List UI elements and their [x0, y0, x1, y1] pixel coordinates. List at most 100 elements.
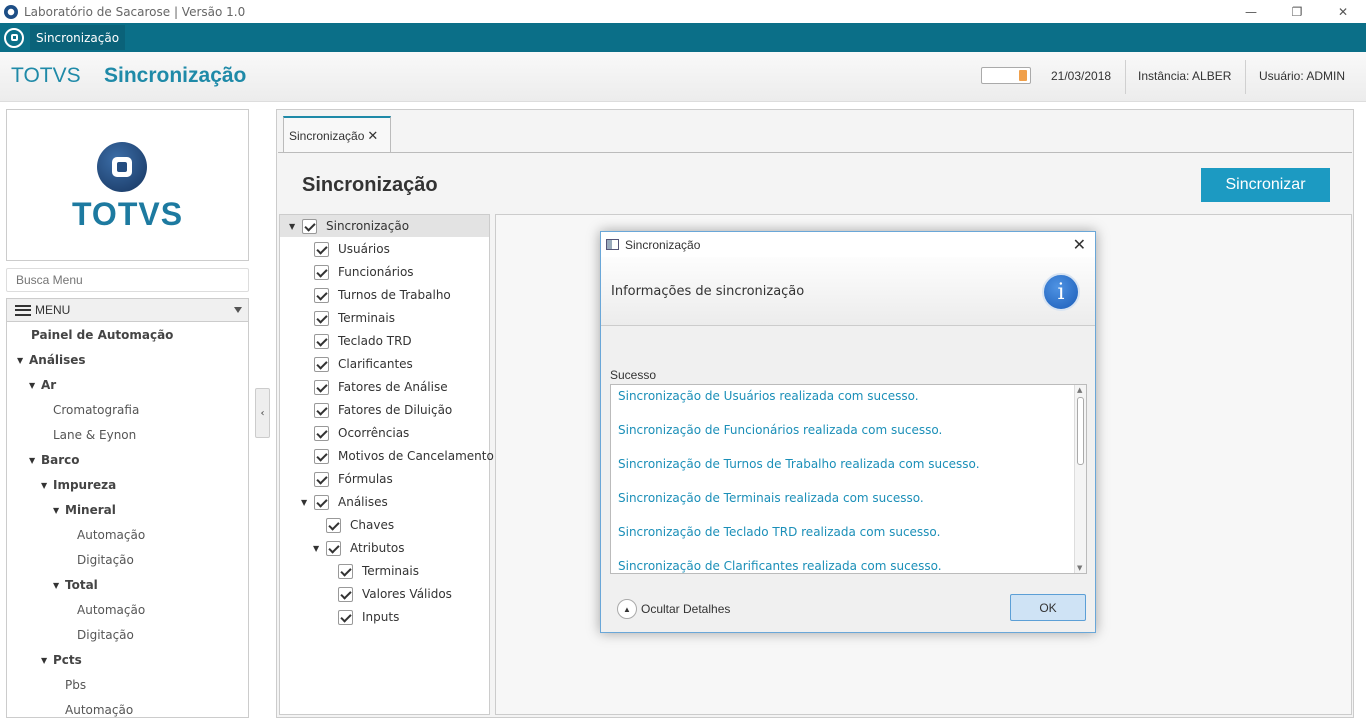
sidebar-item[interactable]: ▼ Ar — [29, 375, 56, 395]
tree-item[interactable]: Fatores de Análise — [314, 378, 448, 396]
ok-button[interactable]: OK — [1010, 594, 1086, 621]
sidebar-item-label: Painel de Automação — [31, 328, 174, 342]
close-tab-icon[interactable]: ✕ — [367, 128, 378, 144]
tree-item[interactable]: Fatores de Diluição — [314, 401, 452, 419]
checkbox[interactable] — [314, 356, 329, 372]
list-item: Sincronização de Funcionários realizada … — [618, 423, 943, 437]
checkbox[interactable] — [314, 448, 329, 464]
menu-search-input[interactable] — [6, 268, 249, 292]
details-toggle-label: Ocultar Detalhes — [641, 602, 731, 616]
tree-item-label: Turnos de Trabalho — [338, 288, 451, 302]
list-item: Sincronização de Turnos de Trabalho real… — [618, 457, 980, 471]
scroll-up-icon[interactable]: ▲ — [1077, 386, 1082, 394]
tree-item[interactable]: Terminais — [314, 309, 395, 327]
tree-item[interactable]: ▼ Análises — [301, 493, 388, 511]
expand-arrow-icon[interactable]: ▼ — [29, 456, 37, 465]
sidebar-menu-tree: Painel de Automação ▼ Análises ▼ Ar Cromatogr… — [6, 322, 249, 718]
close-window-button[interactable]: ✕ — [1320, 0, 1366, 23]
checkbox[interactable] — [326, 540, 341, 556]
checkbox[interactable] — [314, 494, 329, 510]
checkbox[interactable] — [314, 264, 329, 280]
checkbox[interactable] — [314, 310, 329, 326]
tree-item[interactable]: Funcionários — [314, 263, 414, 281]
tree-item-label: Fórmulas — [338, 472, 393, 486]
sidebar-item[interactable]: Pbs — [65, 675, 86, 695]
sidebar-logo-panel: TOTVS — [6, 109, 249, 261]
tree-item[interactable]: Valores Válidos — [338, 585, 452, 603]
vertical-scrollbar[interactable]: ▲ ▼ — [1074, 385, 1086, 573]
checkbox[interactable] — [338, 609, 353, 625]
checkbox[interactable] — [314, 379, 329, 395]
scroll-down-icon[interactable]: ▼ — [1077, 564, 1082, 572]
app-tab-sincronizacao[interactable]: Sincronização — [30, 25, 126, 50]
tab-sincronizacao[interactable]: Sincronização ✕ — [283, 116, 391, 153]
sidebar-item[interactable]: Lane & Eynon — [53, 425, 136, 445]
expand-arrow-icon[interactable]: ▼ — [41, 481, 49, 490]
app-tab-bar: Sincronização — [0, 23, 1366, 52]
menu-label: MENU — [35, 303, 71, 317]
restore-button[interactable]: ❐ — [1274, 0, 1320, 23]
expand-arrow-icon[interactable]: ▼ — [53, 581, 61, 590]
tree-item[interactable]: Turnos de Trabalho — [314, 286, 451, 304]
expand-arrow-icon[interactable]: ▼ — [29, 381, 37, 390]
tree-item-label: Fatores de Análise — [338, 380, 448, 394]
checkbox[interactable] — [314, 333, 329, 349]
scrollbar-thumb[interactable] — [1077, 397, 1084, 465]
checkbox[interactable] — [314, 402, 329, 418]
expand-arrow-icon[interactable]: ▼ — [313, 544, 323, 553]
sidebar-item[interactable]: ▼ Pcts — [41, 650, 82, 670]
expand-arrow-icon[interactable]: ▼ — [17, 356, 25, 365]
chevron-up-icon: ▲ — [617, 599, 637, 619]
checkbox[interactable] — [338, 563, 353, 579]
tree-item[interactable]: ▼ Sincronização — [289, 217, 409, 235]
sidebar-item-label: Barco — [41, 453, 80, 467]
sidebar-item-label: Impureza — [53, 478, 117, 492]
sincronizar-button[interactable]: Sincronizar — [1201, 168, 1330, 202]
checkbox[interactable] — [314, 471, 329, 487]
tree-item[interactable]: Clarificantes — [314, 355, 413, 373]
expand-arrow-icon[interactable]: ▼ — [41, 656, 49, 665]
sidebar-item[interactable]: Automação — [77, 525, 145, 545]
sidebar-item[interactable]: ▼ Mineral — [53, 500, 116, 520]
close-dialog-icon[interactable]: ✕ — [1073, 235, 1086, 255]
tree-item[interactable]: ▼ Atributos — [313, 539, 405, 557]
tree-item-label: Atributos — [350, 541, 405, 555]
tree-item[interactable]: Ocorrências — [314, 424, 409, 442]
tree-item[interactable]: Inputs — [338, 608, 399, 626]
checkbox[interactable] — [314, 425, 329, 441]
sidebar-item[interactable]: Automação — [77, 600, 145, 620]
checkbox[interactable] — [338, 586, 353, 602]
tree-item[interactable]: Fórmulas — [314, 470, 393, 488]
checkbox[interactable] — [302, 218, 317, 234]
collapse-sidebar-button[interactable]: ‹ — [255, 388, 270, 438]
sidebar-item-label: Digitação — [77, 628, 134, 642]
tree-item[interactable]: Terminais — [338, 562, 419, 580]
tree-item[interactable]: Chaves — [326, 516, 394, 534]
sidebar-item[interactable]: Digitação — [77, 550, 134, 570]
checkbox[interactable] — [314, 287, 329, 303]
sidebar-item[interactable]: ▼ Total — [53, 575, 98, 595]
sidebar-item[interactable]: Cromatografia — [53, 400, 139, 420]
checkbox[interactable] — [314, 241, 329, 257]
sidebar-item[interactable]: Automação — [65, 700, 134, 717]
minimize-button[interactable]: — — [1228, 0, 1274, 23]
sidebar-item[interactable]: ▼ Impureza — [41, 475, 116, 495]
tree-item[interactable]: Usuários — [314, 240, 390, 258]
menu-dropdown[interactable]: MENU — [6, 298, 249, 322]
checkbox[interactable] — [326, 517, 341, 533]
info-icon: i — [1042, 273, 1080, 311]
sidebar-item[interactable]: Digitação — [77, 625, 134, 645]
totvs-logo-icon[interactable] — [4, 27, 24, 48]
tree-item[interactable]: Motivos de Cancelamento — [314, 447, 494, 465]
list-item: Sincronização de Clarificantes realizada… — [618, 559, 942, 573]
sidebar-item[interactable]: ▼ Barco — [29, 450, 80, 470]
hide-details-toggle[interactable]: ▲ Ocultar Detalhes — [617, 599, 730, 619]
tree-item[interactable]: Teclado TRD — [314, 332, 412, 350]
expand-arrow-icon[interactable]: ▼ — [301, 498, 311, 507]
sidebar-item[interactable]: ▼ Análises — [17, 350, 86, 370]
sidebar-item-label: Automação — [65, 703, 134, 717]
expand-arrow-icon[interactable]: ▼ — [289, 222, 299, 231]
messages-list[interactable]: Sincronização de Usuários realizada com … — [610, 384, 1087, 574]
expand-arrow-icon[interactable]: ▼ — [53, 506, 61, 515]
sidebar-item[interactable]: Painel de Automação — [31, 325, 173, 345]
